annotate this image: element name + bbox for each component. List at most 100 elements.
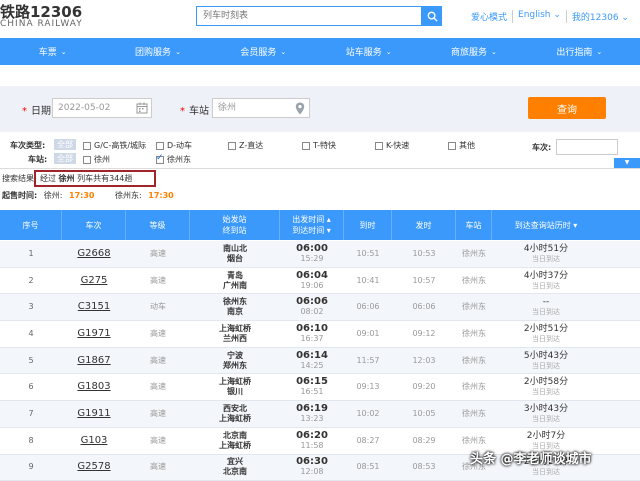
cell-dep-arr: 06:3012:08 xyxy=(280,455,344,481)
my-12306-link[interactable]: 我的12306 ⌄ xyxy=(567,10,634,23)
nav-member-service[interactable]: 会员服务⌄ xyxy=(211,38,316,65)
cell-leave: 12:03 xyxy=(392,348,456,374)
cell-from-to: 西安北上海虹桥 xyxy=(190,401,280,427)
table-row[interactable]: 7G1911高速西安北上海虹桥06:1913:2310:0210:05徐州东3小… xyxy=(0,401,640,428)
train-no-input[interactable] xyxy=(556,139,618,155)
table-row[interactable]: 2G275高速青岛广州南06:0419:0610:4110:57徐州东4小时37… xyxy=(0,268,640,295)
train-code-link[interactable]: G1971 xyxy=(62,321,126,347)
filter-station-xuzhoudong[interactable]: 徐州东 xyxy=(156,154,191,165)
cell-station: 徐州东 xyxy=(456,348,492,374)
cell-dep-arr: 06:1913:23 xyxy=(280,401,344,427)
train-code-link[interactable]: G1867 xyxy=(62,348,126,374)
calendar-icon[interactable] xyxy=(136,102,148,114)
checkbox[interactable] xyxy=(156,142,164,150)
cell-leave: 10:53 xyxy=(392,241,456,267)
dep-time: 06:00 xyxy=(296,244,328,254)
checkbox[interactable] xyxy=(228,142,236,150)
checkbox[interactable] xyxy=(83,142,91,150)
search-box[interactable] xyxy=(196,6,422,26)
checkbox-checked[interactable] xyxy=(156,156,164,164)
from-station: 宁波 xyxy=(227,351,243,361)
cell-duration: --当日到达 xyxy=(492,294,600,320)
to-station: 兰州西 xyxy=(223,334,247,344)
cell-duration: 4小时51分当日到达 xyxy=(492,241,600,267)
to-station: 广州南 xyxy=(223,281,247,291)
col-no: 序号 xyxy=(0,210,62,240)
top-links: 爱心模式 English ⌄ 我的12306 ⌄ xyxy=(466,10,634,23)
date-input[interactable]: 2022-05-02 xyxy=(52,98,152,118)
cell-station: 徐州东 xyxy=(456,268,492,294)
train-code-link[interactable]: C3151 xyxy=(62,294,126,320)
cell-station: 徐州东 xyxy=(456,374,492,400)
to-station: 南京 xyxy=(227,307,243,317)
filter-z[interactable]: Z-直达 xyxy=(228,140,263,151)
cell-arrive: 09:13 xyxy=(344,374,392,400)
duration-text: 2小时51分 xyxy=(524,324,568,334)
nav-info[interactable]: 信 xyxy=(632,38,640,65)
train-code-link[interactable]: G103 xyxy=(62,428,126,454)
arr-time: 08:02 xyxy=(300,307,323,317)
duration-text: 4小时37分 xyxy=(524,271,568,281)
filter-k[interactable]: K-快速 xyxy=(375,140,409,151)
duration-text: 4小时51分 xyxy=(524,244,568,254)
table-row[interactable]: 6G1803高速上海虹桥银川06:1516:5109:1309:20徐州东2小时… xyxy=(0,374,640,401)
filter-station-xuzhou[interactable]: 徐州 xyxy=(83,154,110,165)
checkbox[interactable] xyxy=(448,142,456,150)
cell-grade: 高速 xyxy=(126,321,190,347)
search-input[interactable] xyxy=(197,7,421,25)
chevron-down-icon: ⌄ xyxy=(386,48,392,56)
station-input[interactable]: 徐州 xyxy=(212,98,310,118)
nav-station-service[interactable]: 站车服务⌄ xyxy=(316,38,421,65)
collapse-toggle[interactable]: ▼ xyxy=(614,158,640,168)
cell-no: 1 xyxy=(0,241,62,267)
col-from-to: 始发站 终到站 xyxy=(190,210,280,240)
table-row[interactable]: 1G2668高速南山北烟台06:0015:2910:5110:53徐州东4小时5… xyxy=(0,241,640,268)
nav-group-service[interactable]: 团购服务⌄ xyxy=(105,38,210,65)
cell-grade: 高速 xyxy=(126,268,190,294)
nav-tickets[interactable]: 车票⌄ xyxy=(0,38,105,65)
nav-travel-guide[interactable]: 出行指南⌄ xyxy=(527,38,632,65)
col-code: 车次 xyxy=(62,210,126,240)
english-link[interactable]: English ⌄ xyxy=(513,10,567,23)
duration-text: 2小时58分 xyxy=(524,377,568,387)
filter-gc[interactable]: G/C-高铁/城际 xyxy=(83,140,146,151)
cell-from-to: 上海虹桥兰州西 xyxy=(190,321,280,347)
filter-t[interactable]: T-特快 xyxy=(302,140,336,151)
col-grade: 等级 xyxy=(126,210,190,240)
search-button[interactable] xyxy=(422,6,442,26)
train-code-link[interactable]: G1803 xyxy=(62,374,126,400)
checkbox[interactable] xyxy=(302,142,310,150)
nav-business-service[interactable]: 商旅服务⌄ xyxy=(421,38,526,65)
filter-d[interactable]: D-动车 xyxy=(156,140,192,151)
station-all[interactable]: 全部 xyxy=(54,153,76,164)
from-station: 青岛 xyxy=(227,271,243,281)
train-code-link[interactable]: G2668 xyxy=(62,241,126,267)
checkbox[interactable] xyxy=(83,156,91,164)
col-duration-sort[interactable]: 到达查询站历时 ▾ xyxy=(492,210,600,240)
to-station: 郑州东 xyxy=(223,361,247,371)
table-row[interactable]: 3C3151动车徐州东南京06:0608:0206:0606:06徐州东--当日… xyxy=(0,294,640,321)
arrival-day: 当日到达 xyxy=(532,307,560,317)
checkbox[interactable] xyxy=(375,142,383,150)
search-icon xyxy=(427,11,438,22)
to-station: 银川 xyxy=(227,387,243,397)
to-station: 上海虹桥 xyxy=(219,414,251,424)
filter-other[interactable]: 其他 xyxy=(448,140,475,151)
col-dep-arr-sort[interactable]: 出发时间 ▴ 到达时间 ▾ xyxy=(280,210,344,240)
arrival-day: 当日到达 xyxy=(532,254,560,264)
cell-arrive: 08:27 xyxy=(344,428,392,454)
arrival-day: 当日到达 xyxy=(532,387,560,397)
train-code-link[interactable]: G2578 xyxy=(62,455,126,481)
train-code-link[interactable]: G1911 xyxy=(62,401,126,427)
cell-no: 7 xyxy=(0,401,62,427)
query-button[interactable]: 查询 xyxy=(528,97,606,119)
cell-no: 4 xyxy=(0,321,62,347)
cell-arrive: 10:02 xyxy=(344,401,392,427)
table-row[interactable]: 4G1971高速上海虹桥兰州西06:1016:3709:0109:12徐州东2小… xyxy=(0,321,640,348)
results-count-box: 经过 徐州 列车共有344趟 xyxy=(34,170,156,187)
main-nav: 车票⌄ 团购服务⌄ 会员服务⌄ 站车服务⌄ 商旅服务⌄ 出行指南⌄ 信 xyxy=(0,38,640,65)
train-type-all[interactable]: 全部 xyxy=(54,139,76,150)
train-code-link[interactable]: G275 xyxy=(62,268,126,294)
care-mode-link[interactable]: 爱心模式 xyxy=(466,10,513,23)
table-row[interactable]: 5G1867高速宁波郑州东06:1414:2511:5712:03徐州东5小时4… xyxy=(0,348,640,375)
